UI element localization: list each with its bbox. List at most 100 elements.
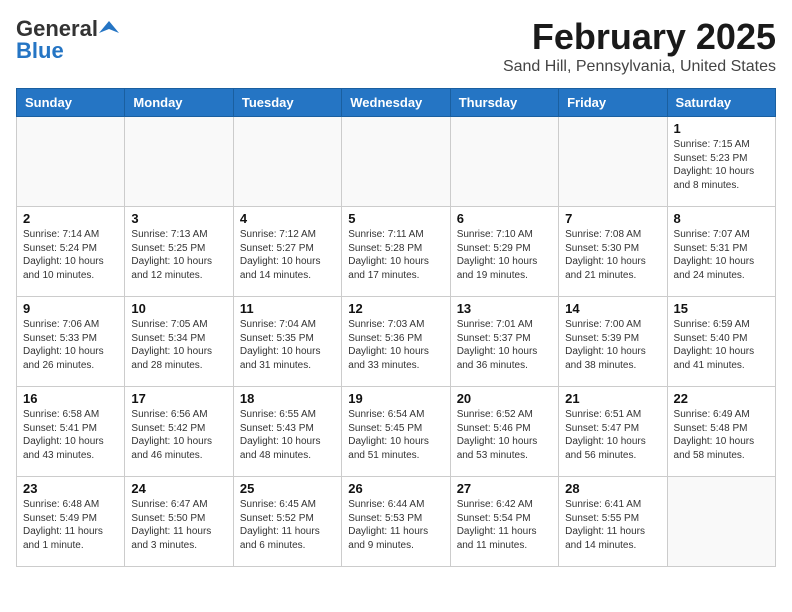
calendar-cell-week3-day3: 19 Sunrise: 6:54 AM Sunset: 5:45 PM Dayli…	[342, 387, 450, 477]
calendar-cell-week2-day0: 9Sunrise: 7:06 AM Sunset: 5:33 PM Daylig…	[17, 297, 125, 387]
calendar-week-row-2: 9Sunrise: 7:06 AM Sunset: 5:33 PM Daylig…	[17, 297, 776, 387]
calendar-cell-week4-day3: 26 Sunrise: 6:44 AM Sunset: 5:53 PM Dayli…	[342, 477, 450, 567]
calendar-cell-week3-day2: 18 Sunrise: 6:55 AM Sunset: 5:43 PM Dayli…	[233, 387, 341, 477]
calendar-cell-week1-day5: 7 Sunrise: 7:08 AM Sunset: 5:30 PM Daylig…	[559, 207, 667, 297]
weekday-header-wednesday: Wednesday	[342, 89, 450, 117]
day-info: Sunrise: 6:54 AM Sunset: 5:45 PM Dayligh…	[348, 408, 443, 462]
calendar-cell-week2-day4: 13 Sunrise: 7:01 AM Sunset: 5:37 PM Dayli…	[450, 297, 558, 387]
day-info: Sunrise: 6:45 AM Sunset: 5:52 PM Dayligh…	[240, 498, 335, 552]
day-info: Sunrise: 7:07 AM Sunset: 5:31 PM Dayligh…	[674, 228, 769, 282]
day-number: 27	[457, 481, 552, 496]
weekday-header-friday: Friday	[559, 89, 667, 117]
day-number: 23	[23, 481, 118, 496]
day-number: 10	[131, 301, 226, 316]
calendar-cell-week4-day4: 27Sunrise: 6:42 AM Sunset: 5:54 PM Dayli…	[450, 477, 558, 567]
calendar-cell-week3-day1: 17 Sunrise: 6:56 AM Sunset: 5:42 PM Dayli…	[125, 387, 233, 477]
calendar-cell-week1-day1: 3 Sunrise: 7:13 AM Sunset: 5:25 PM Daylig…	[125, 207, 233, 297]
day-info: Sunrise: 7:00 AM Sunset: 5:39 PM Dayligh…	[565, 318, 660, 372]
day-info: Sunrise: 6:47 AM Sunset: 5:50 PM Dayligh…	[131, 498, 226, 552]
day-number: 8	[674, 211, 769, 226]
calendar-cell-week0-day2	[233, 117, 341, 207]
day-number: 7	[565, 211, 660, 226]
day-number: 20	[457, 391, 552, 406]
calendar-cell-week2-day3: 12Sunrise: 7:03 AM Sunset: 5:36 PM Dayli…	[342, 297, 450, 387]
header: General Blue February 2025 Sand Hill, Pe…	[16, 16, 776, 76]
weekday-header-row: SundayMondayTuesdayWednesdayThursdayFrid…	[17, 89, 776, 117]
day-info: Sunrise: 6:48 AM Sunset: 5:49 PM Dayligh…	[23, 498, 118, 552]
calendar-cell-week2-day6: 15 Sunrise: 6:59 AM Sunset: 5:40 PM Dayli…	[667, 297, 775, 387]
weekday-header-monday: Monday	[125, 89, 233, 117]
day-info: Sunrise: 6:58 AM Sunset: 5:41 PM Dayligh…	[23, 408, 118, 462]
calendar-cell-week0-day1	[125, 117, 233, 207]
day-info: Sunrise: 7:01 AM Sunset: 5:37 PM Dayligh…	[457, 318, 552, 372]
logo-bird-icon	[99, 19, 119, 39]
day-info: Sunrise: 6:49 AM Sunset: 5:48 PM Dayligh…	[674, 408, 769, 462]
day-number: 5	[348, 211, 443, 226]
calendar-cell-week1-day2: 4Sunrise: 7:12 AM Sunset: 5:27 PM Daylig…	[233, 207, 341, 297]
day-number: 25	[240, 481, 335, 496]
day-number: 17	[131, 391, 226, 406]
calendar-cell-week3-day6: 22Sunrise: 6:49 AM Sunset: 5:48 PM Dayli…	[667, 387, 775, 477]
day-info: Sunrise: 6:55 AM Sunset: 5:43 PM Dayligh…	[240, 408, 335, 462]
calendar-cell-week2-day2: 11 Sunrise: 7:04 AM Sunset: 5:35 PM Dayli…	[233, 297, 341, 387]
weekday-header-tuesday: Tuesday	[233, 89, 341, 117]
day-number: 18	[240, 391, 335, 406]
calendar-cell-week4-day6	[667, 477, 775, 567]
title-area: February 2025 Sand Hill, Pennsylvania, U…	[503, 16, 776, 76]
day-number: 3	[131, 211, 226, 226]
day-number: 15	[674, 301, 769, 316]
day-number: 6	[457, 211, 552, 226]
day-info: Sunrise: 7:06 AM Sunset: 5:33 PM Dayligh…	[23, 318, 118, 372]
day-number: 16	[23, 391, 118, 406]
calendar-cell-week4-day0: 23 Sunrise: 6:48 AM Sunset: 5:49 PM Dayli…	[17, 477, 125, 567]
day-number: 26	[348, 481, 443, 496]
calendar-cell-week0-day6: 1Sunrise: 7:15 AM Sunset: 5:23 PM Daylig…	[667, 117, 775, 207]
day-info: Sunrise: 7:03 AM Sunset: 5:36 PM Dayligh…	[348, 318, 443, 372]
calendar-week-row-3: 16 Sunrise: 6:58 AM Sunset: 5:41 PM Dayli…	[17, 387, 776, 477]
calendar-cell-week1-day0: 2Sunrise: 7:14 AM Sunset: 5:24 PM Daylig…	[17, 207, 125, 297]
weekday-header-saturday: Saturday	[667, 89, 775, 117]
day-number: 21	[565, 391, 660, 406]
logo-blue: Blue	[16, 38, 64, 64]
day-info: Sunrise: 7:08 AM Sunset: 5:30 PM Dayligh…	[565, 228, 660, 282]
calendar-cell-week4-day2: 25 Sunrise: 6:45 AM Sunset: 5:52 PM Dayli…	[233, 477, 341, 567]
day-info: Sunrise: 6:56 AM Sunset: 5:42 PM Dayligh…	[131, 408, 226, 462]
calendar-cell-week0-day5	[559, 117, 667, 207]
calendar-cell-week2-day5: 14 Sunrise: 7:00 AM Sunset: 5:39 PM Dayli…	[559, 297, 667, 387]
day-number: 24	[131, 481, 226, 496]
day-number: 4	[240, 211, 335, 226]
day-info: Sunrise: 7:11 AM Sunset: 5:28 PM Dayligh…	[348, 228, 443, 282]
day-info: Sunrise: 6:41 AM Sunset: 5:55 PM Dayligh…	[565, 498, 660, 552]
day-number: 19	[348, 391, 443, 406]
calendar-cell-week2-day1: 10 Sunrise: 7:05 AM Sunset: 5:34 PM Dayli…	[125, 297, 233, 387]
day-number: 14	[565, 301, 660, 316]
calendar-week-row-4: 23 Sunrise: 6:48 AM Sunset: 5:49 PM Dayli…	[17, 477, 776, 567]
calendar-cell-week3-day0: 16 Sunrise: 6:58 AM Sunset: 5:41 PM Dayli…	[17, 387, 125, 477]
calendar-cell-week1-day3: 5 Sunrise: 7:11 AM Sunset: 5:28 PM Daylig…	[342, 207, 450, 297]
calendar-title: February 2025	[503, 16, 776, 58]
calendar-cell-week0-day3	[342, 117, 450, 207]
calendar-table: SundayMondayTuesdayWednesdayThursdayFrid…	[16, 88, 776, 567]
day-info: Sunrise: 7:05 AM Sunset: 5:34 PM Dayligh…	[131, 318, 226, 372]
day-info: Sunrise: 6:59 AM Sunset: 5:40 PM Dayligh…	[674, 318, 769, 372]
calendar-week-row-1: 2Sunrise: 7:14 AM Sunset: 5:24 PM Daylig…	[17, 207, 776, 297]
day-info: Sunrise: 6:51 AM Sunset: 5:47 PM Dayligh…	[565, 408, 660, 462]
calendar-cell-week0-day0	[17, 117, 125, 207]
calendar-cell-week1-day4: 6 Sunrise: 7:10 AM Sunset: 5:29 PM Daylig…	[450, 207, 558, 297]
day-number: 2	[23, 211, 118, 226]
day-number: 11	[240, 301, 335, 316]
calendar-week-row-0: 1Sunrise: 7:15 AM Sunset: 5:23 PM Daylig…	[17, 117, 776, 207]
day-number: 13	[457, 301, 552, 316]
day-info: Sunrise: 6:44 AM Sunset: 5:53 PM Dayligh…	[348, 498, 443, 552]
weekday-header-sunday: Sunday	[17, 89, 125, 117]
calendar-cell-week3-day5: 21 Sunrise: 6:51 AM Sunset: 5:47 PM Dayli…	[559, 387, 667, 477]
day-info: Sunrise: 7:10 AM Sunset: 5:29 PM Dayligh…	[457, 228, 552, 282]
weekday-header-thursday: Thursday	[450, 89, 558, 117]
day-info: Sunrise: 7:13 AM Sunset: 5:25 PM Dayligh…	[131, 228, 226, 282]
day-info: Sunrise: 7:15 AM Sunset: 5:23 PM Dayligh…	[674, 138, 769, 192]
day-number: 28	[565, 481, 660, 496]
calendar-cell-week3-day4: 20Sunrise: 6:52 AM Sunset: 5:46 PM Dayli…	[450, 387, 558, 477]
calendar-cell-week1-day6: 8 Sunrise: 7:07 AM Sunset: 5:31 PM Daylig…	[667, 207, 775, 297]
day-info: Sunrise: 7:04 AM Sunset: 5:35 PM Dayligh…	[240, 318, 335, 372]
calendar-subtitle: Sand Hill, Pennsylvania, United States	[503, 58, 776, 76]
